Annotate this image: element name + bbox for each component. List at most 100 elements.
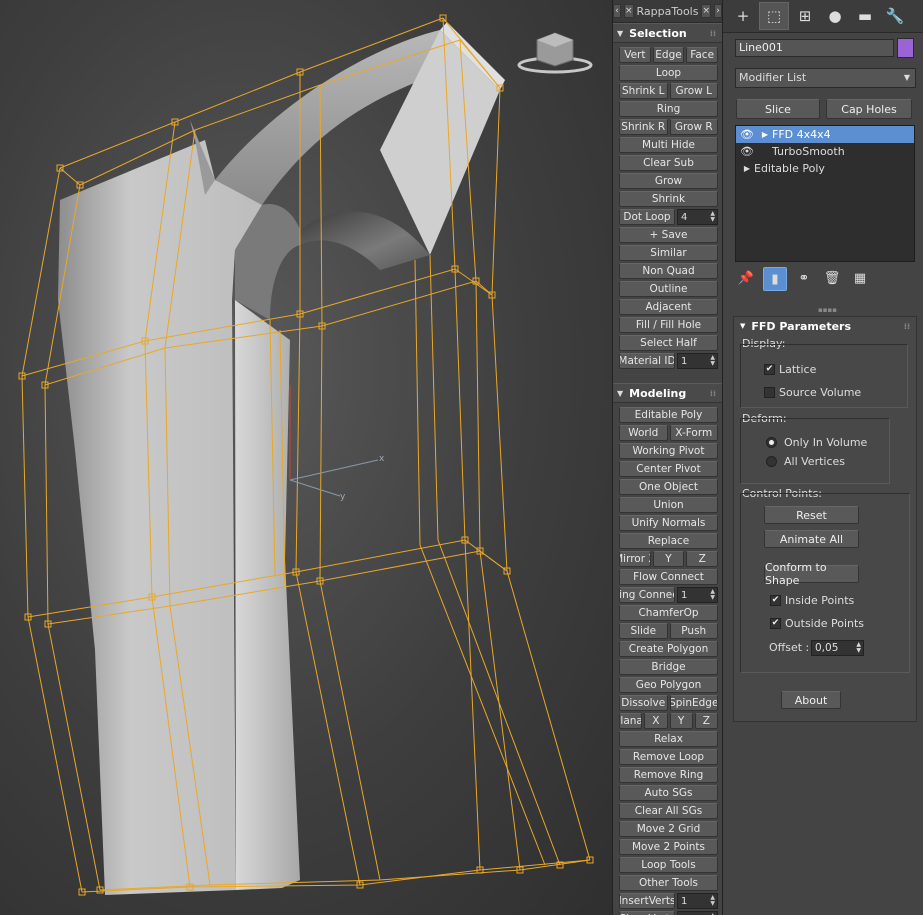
close-x-icon[interactable]: × [701,4,712,18]
shrink-l-button[interactable]: Shrink L [619,83,668,99]
z-button[interactable]: Z [686,551,719,567]
remove-ring-button[interactable]: Remove Ring [619,767,718,783]
chamferop-button[interactable]: ChamferOp [619,605,718,621]
spinner-arrows-icon[interactable]: ▲▼ [710,589,715,601]
motion-icon[interactable]: ● [821,3,849,29]
animate-all-button[interactable]: Animate All [764,530,859,548]
panel-splitter-icon[interactable]: ▪▪▪▪ [818,306,837,314]
planar-button[interactable]: Planar [619,713,643,729]
remove-loop-button[interactable]: Remove Loop [619,749,718,765]
utilities-icon[interactable]: 🔧 [881,3,909,29]
modeling-rollout-header[interactable]: ▼ Modeling ⁞⁞ [613,383,722,403]
mesh-object[interactable] [58,22,505,895]
push-button[interactable]: Push [669,623,718,639]
unify-normals-button[interactable]: Unify Normals [619,515,718,531]
expand-arrow-icon[interactable]: ▶ [740,164,754,173]
slide-button[interactable]: Slide [619,623,668,639]
working-pivot-button[interactable]: Working Pivot [619,443,718,459]
stack-item-ffd-4x4x4[interactable]: 👁 ▶ FFD 4x4x4 [736,126,914,143]
save-button[interactable]: + Save [619,227,718,243]
union-button[interactable]: Union [619,497,718,513]
grow-r-button[interactable]: Grow R [669,119,718,135]
insertverts-spinner[interactable]: 1 ▲ ▼ [677,893,718,909]
shrink-button[interactable]: Shrink [619,191,718,207]
selection-rollout-header[interactable]: ▼ Selection ⁞⁞ [613,23,722,43]
relax-button[interactable]: Relax [619,731,718,747]
spinner-arrows-icon[interactable]: ▲▼ [856,642,861,654]
collapse-left-icon[interactable]: ‹ [613,4,621,18]
configure-sets-icon[interactable]: ▦ [849,267,871,289]
dissolve-button[interactable]: Dissolve [619,695,668,711]
clear-sub-button[interactable]: Clear Sub [619,155,718,171]
inside-points-checkbox[interactable]: ✔ Inside Points [770,594,854,607]
cleanverts-spinner[interactable]: 1▲▼ [677,911,718,915]
conform-to-shape-button[interactable]: Conform to Shape [764,561,859,587]
grow-button[interactable]: Grow [619,173,718,189]
move-2-points-button[interactable]: Move 2 Points [619,839,718,855]
object-color-swatch[interactable] [897,38,914,58]
only-in-volume-radio[interactable]: Only In Volume [766,436,867,449]
adjacent-button[interactable]: Adjacent [619,299,718,315]
outside-points-checkbox[interactable]: ✔ Outside Points [770,617,864,630]
hierarchy-icon[interactable]: ⊞ [791,3,819,29]
cap-holes-button[interactable]: Cap Holes [826,99,912,119]
face-button[interactable]: Face [686,47,719,63]
world-button[interactable]: World [619,425,668,441]
slice-button[interactable]: Slice [736,99,820,119]
offset-spinner[interactable]: 0,05 ▲ ▼ [811,640,864,656]
all-vertices-radio[interactable]: All Vertices [766,455,845,468]
x-button[interactable]: X [644,713,668,729]
spinedge-button[interactable]: SpinEdge [669,695,718,711]
shrink-r-button[interactable]: Shrink R [619,119,668,135]
viewport-perspective[interactable]: x y [0,0,612,915]
one-object-button[interactable]: One Object [619,479,718,495]
similar-button[interactable]: Similar [619,245,718,261]
vert-button[interactable]: Vert [619,47,651,63]
show-end-result-icon[interactable]: ▮ [763,267,787,291]
geo-polygon-button[interactable]: Geo Polygon [619,677,718,693]
ring-connect-button[interactable]: Ring Connect [619,587,675,603]
viewcube[interactable] [517,32,593,74]
auto-sgs-button[interactable]: Auto SGs [619,785,718,801]
cleanverts-button[interactable]: CleanVerts [619,911,675,915]
spinner-arrows-icon[interactable]: ▲▼ [710,355,715,367]
other-tools-button[interactable]: Other Tools [619,875,718,891]
expand-arrow-icon[interactable]: ▶ [758,130,772,139]
dot-loop-spinner[interactable]: 4 ▲ ▼ [677,209,718,225]
y-button[interactable]: Y [669,713,693,729]
non-quad-button[interactable]: Non Quad [619,263,718,279]
grow-l-button[interactable]: Grow L [669,83,718,99]
mirror-x-button[interactable]: Mirror X [619,551,651,567]
reset-button[interactable]: Reset [764,506,859,524]
lattice-checkbox[interactable]: ✔ Lattice [764,363,816,376]
fill-fill-hole-button[interactable]: Fill / Fill Hole [619,317,718,333]
replace-button[interactable]: Replace [619,533,718,549]
select-half-button[interactable]: Select Half [619,335,718,351]
pin-stack-icon[interactable]: 📌 [735,267,757,289]
spinner-arrows-icon[interactable]: ▲▼ [710,211,715,223]
collapse-right-icon[interactable]: › [714,4,722,18]
dot-loop-button[interactable]: Dot Loop [619,209,675,225]
remove-modifier-icon[interactable]: 🗑 [821,267,843,289]
center-pivot-button[interactable]: Center Pivot [619,461,718,477]
make-unique-icon[interactable]: ⚭ [793,267,815,289]
source-volume-checkbox[interactable]: Source Volume [764,386,861,399]
spinner-arrows-icon[interactable]: ▲▼ [710,895,715,907]
x-form-button[interactable]: X-Form [669,425,718,441]
material-id-spinner[interactable]: 1 ▲ ▼ [677,353,718,369]
modify-icon[interactable]: ⬚ [759,2,789,30]
close-x-icon[interactable]: × [623,4,634,18]
stack-item-editable-poly[interactable]: ▶ Editable Poly [736,160,914,177]
clear-all-sgs-button[interactable]: Clear All SGs [619,803,718,819]
bridge-button[interactable]: Bridge [619,659,718,675]
about-button[interactable]: About [781,691,841,709]
editable-poly-button[interactable]: Editable Poly [619,407,718,423]
ring-connect-spinner[interactable]: 1 ▲ ▼ [677,587,718,603]
loop-tools-button[interactable]: Loop Tools [619,857,718,873]
ffd-parameters-header[interactable]: ▼ FFD Parameters ⁞⁞ [734,317,916,335]
flow-connect-button[interactable]: Flow Connect [619,569,718,585]
y-button[interactable]: Y [652,551,685,567]
insertverts-button[interactable]: InsertVerts [619,893,675,909]
create-polygon-button[interactable]: Create Polygon [619,641,718,657]
outline-button[interactable]: Outline [619,281,718,297]
